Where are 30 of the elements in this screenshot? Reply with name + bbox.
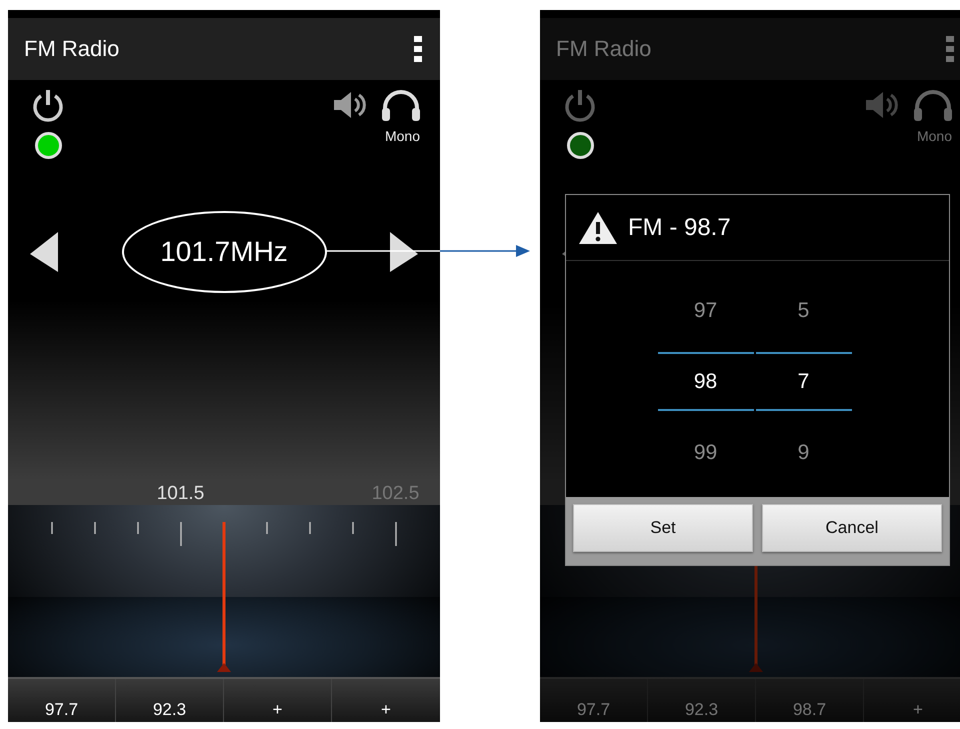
preset-button[interactable]: 92.3 bbox=[648, 679, 756, 722]
picker-item[interactable]: 99 bbox=[658, 417, 754, 488]
picker-item[interactable]: 5 bbox=[756, 275, 852, 346]
preset-button[interactable]: + bbox=[224, 679, 332, 722]
picker-item[interactable]: 98 bbox=[658, 352, 754, 411]
left-triangle-icon[interactable] bbox=[30, 232, 58, 272]
picker-item[interactable]: 97 bbox=[658, 275, 754, 346]
scale-label: 102.5 bbox=[372, 482, 420, 505]
warning-icon bbox=[578, 210, 618, 244]
dialog-title: FM - 98.7 bbox=[628, 214, 731, 242]
preset-button[interactable]: 98.7 bbox=[756, 679, 864, 722]
dialog-button[interactable]: Cancel bbox=[762, 504, 942, 552]
audio-mode-label: Mono bbox=[384, 128, 420, 144]
speaker-icon[interactable] bbox=[332, 90, 366, 120]
preset-button[interactable]: 97.7 bbox=[540, 679, 648, 722]
scale-label: 101.5 bbox=[156, 482, 204, 505]
app-title: FM Radio bbox=[556, 36, 652, 62]
audio-mode-label: Mono bbox=[916, 128, 952, 144]
preset-button[interactable]: + bbox=[332, 679, 440, 722]
preset-button[interactable]: 97.7 bbox=[8, 679, 116, 722]
right-triangle-icon[interactable] bbox=[390, 232, 418, 272]
headphones-icon[interactable] bbox=[380, 88, 422, 122]
preset-button[interactable]: + bbox=[864, 679, 960, 722]
menu-icon[interactable] bbox=[414, 36, 422, 62]
preset-button[interactable]: 92.3 bbox=[116, 679, 224, 722]
dialog-button[interactable]: Set bbox=[573, 504, 753, 552]
picker-item[interactable]: 7 bbox=[756, 352, 852, 411]
app-title: FM Radio bbox=[24, 36, 120, 62]
frequency-display: 101.7MHz bbox=[160, 236, 288, 268]
picker-item[interactable]: 9 bbox=[756, 417, 852, 488]
